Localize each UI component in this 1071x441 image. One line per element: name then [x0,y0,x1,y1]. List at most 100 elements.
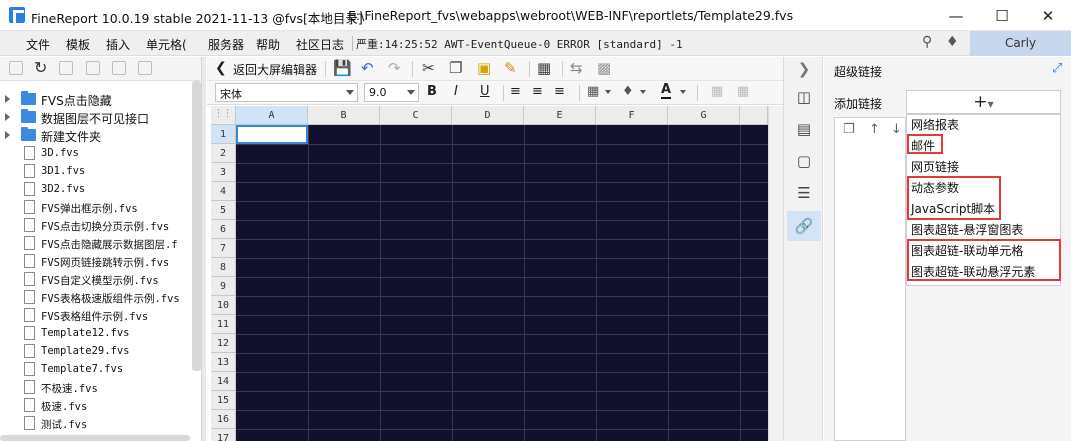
expand-arrow-icon[interactable] [5,95,10,103]
condition-attribute-icon[interactable]: ☰ [794,183,814,203]
report-grid[interactable]: ⋮⋮ A B C D E F G 1 2 3 4 5 6 7 8 9 10 11… [211,106,768,441]
maximize-button[interactable]: ☐ [979,0,1025,31]
underline-icon[interactable]: U [480,83,490,101]
folder-item[interactable]: 数据图层不可见接口 [0,108,192,127]
refresh-icon[interactable]: ↻ [34,58,47,77]
menu-template[interactable]: 模板 [66,36,90,53]
paste-icon[interactable]: ▣ [477,59,491,77]
link-option-web-link[interactable]: 网页链接 [911,158,959,175]
chevron-down-icon[interactable] [680,90,686,94]
file-item[interactable]: FVS弹出框示例.fvs [0,198,192,217]
file-item[interactable]: 不极速.fvs [0,378,192,397]
border-icon[interactable]: ▦ [587,83,599,101]
hyperlink-icon[interactable]: 🔗 [787,211,821,241]
row-header[interactable]: 4 [211,182,236,201]
folder-item[interactable]: FVS点击隐藏 [0,90,192,109]
file-item[interactable]: Template12.fvs [0,324,192,343]
menu-insert[interactable]: 插入 [106,36,130,53]
chevron-down-icon[interactable] [640,90,646,94]
file-item[interactable]: FVS点击切换分页示例.fvs [0,216,192,235]
file-tree-horizontal-scrollbar[interactable] [0,435,190,441]
grid-scrollbar[interactable] [768,106,783,441]
file-item[interactable]: 3D1.fvs [0,162,192,181]
close-button[interactable]: ✕ [1025,0,1071,31]
menu-file[interactable]: 文件 [26,36,50,53]
row-header[interactable]: 8 [211,258,236,277]
minimize-button[interactable]: — [933,0,979,31]
fill-color-icon[interactable]: ♦ [622,83,634,101]
move-down-icon[interactable]: ↓ [891,122,902,137]
collapse-arrow-icon[interactable]: ❯ [794,59,814,79]
row-header[interactable]: 10 [211,296,236,315]
grid-corner[interactable]: ⋮⋮ [211,106,236,125]
row-header[interactable]: 3 [211,163,236,182]
file-item[interactable]: 测试.fvs [0,414,192,433]
expand-panel-icon[interactable]: ⤢ [1052,61,1062,76]
row-header[interactable]: 17 [211,429,236,441]
widget-icon[interactable]: ▢ [794,151,814,171]
row-header[interactable]: 12 [211,334,236,353]
row-header[interactable]: 7 [211,239,236,258]
menu-server[interactable]: 服务器 [208,36,244,53]
row-header[interactable]: 15 [211,391,236,410]
redo-icon[interactable]: ↷ [388,59,401,77]
link-option-chart-floating[interactable]: 图表超链-悬浮窗图表 [911,221,1023,238]
row-header[interactable]: 6 [211,220,236,239]
bold-icon[interactable]: B [427,83,437,101]
menu-cell[interactable]: 单元格( [146,36,187,53]
unmerge-icon[interactable]: ▩ [597,59,611,77]
delete-icon[interactable] [112,61,126,75]
back-arrow-icon[interactable]: ❮ [215,59,227,77]
preview-icon[interactable]: ▦ [537,59,551,77]
expand-arrow-icon[interactable] [5,131,10,139]
font-size-select[interactable]: 9.0 [364,83,419,102]
settings-icon[interactable] [86,61,100,75]
row-header[interactable]: 9 [211,277,236,296]
copy-icon[interactable] [138,61,152,75]
row-header[interactable]: 2 [211,144,236,163]
selected-cell-a1[interactable] [236,125,308,144]
column-header-blank[interactable] [740,106,768,125]
move-up-icon[interactable]: ↑ [869,122,880,137]
column-header[interactable]: A [236,106,308,125]
notification-bell-icon[interactable]: ♦ [946,34,959,50]
column-header[interactable]: B [308,106,380,125]
file-item[interactable]: FVS点击隐藏展示数据图层.f [0,234,192,253]
row-header[interactable]: 16 [211,410,236,429]
file-tree-scrollbar[interactable] [192,81,201,371]
row-header[interactable]: 13 [211,353,236,372]
copy-icon[interactable]: ❐ [843,122,855,137]
insert-column-icon[interactable]: ▦ [737,83,749,101]
link-option-web-report[interactable]: 网络报表 [911,116,959,133]
file-item[interactable]: FVS网页链接跳转示例.fvs [0,252,192,271]
undo-icon[interactable]: ↶ [361,59,374,77]
copy-icon[interactable]: ❐ [449,59,462,77]
format-painter-icon[interactable]: ✎ [504,59,517,77]
file-item[interactable]: 极速.fvs [0,396,192,415]
panel-splitter[interactable] [201,57,206,441]
cell-element-icon[interactable]: ◫ [794,87,814,107]
insert-row-icon[interactable]: ▦ [711,83,723,101]
save-icon[interactable]: 💾 [333,59,352,77]
back-to-screen-editor-button[interactable]: 返回大屏编辑器 [233,61,317,78]
column-header[interactable]: C [380,106,452,125]
cell-attribute-icon[interactable]: ▤ [794,119,814,139]
folder-item[interactable]: 新建文件夹 [0,126,192,145]
search-icon[interactable]: ⚲ [922,34,932,50]
menu-help[interactable]: 帮助 [256,36,280,53]
align-center-icon[interactable]: ≡ [532,83,543,101]
file-item[interactable]: Template29.fvs [0,342,192,361]
file-item[interactable]: FVS表格极速版组件示例.fvs [0,288,192,307]
file-item[interactable]: FVS表格组件示例.fvs [0,306,192,325]
expand-arrow-icon[interactable] [5,113,10,121]
italic-icon[interactable]: I [454,83,458,101]
link-list[interactable]: ❐ ↑ ↓ [834,117,906,441]
row-header[interactable]: 14 [211,372,236,391]
row-header[interactable]: 5 [211,201,236,220]
new-folder-icon[interactable] [9,61,23,75]
cut-icon[interactable]: ✂ [422,59,435,77]
column-header[interactable]: F [596,106,668,125]
menu-community-log[interactable]: 社区日志 [296,36,344,53]
align-right-icon[interactable]: ≡ [554,83,565,101]
locate-file-icon[interactable] [59,61,73,75]
